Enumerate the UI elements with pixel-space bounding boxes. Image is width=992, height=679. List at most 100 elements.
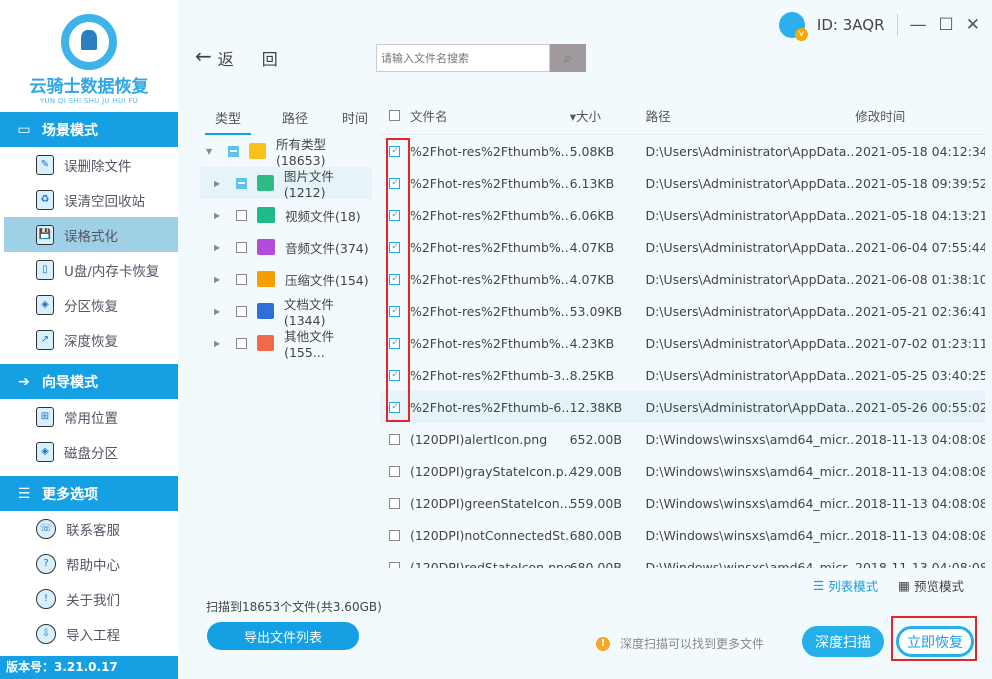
file-type-tree: ▼ 所有类型(18653) ▶ 图片文件(1212) ▶ 视频文件(18) ▶ 音频文件(37…: [200, 135, 372, 360]
title-bar-controls: ID: 3AQR — ☐ ✕: [778, 12, 980, 41]
search-input[interactable]: [376, 44, 550, 72]
file-size: 559.00B: [569, 495, 622, 511]
header-time[interactable]: 修改时间: [855, 106, 985, 125]
sidebar-item-label: 磁盘分区: [64, 445, 118, 462]
deep-scan-button[interactable]: 深度扫描: [802, 626, 884, 657]
expand-right-icon[interactable]: ▶: [214, 307, 226, 316]
expand-right-icon[interactable]: ▶: [214, 211, 226, 220]
preview-mode-button[interactable]: ▦ 预览模式: [898, 576, 964, 595]
back-label-2: 回: [261, 50, 278, 69]
arrow-left-icon: ←: [195, 44, 212, 68]
sidebar-item[interactable]: ◈ 分区恢复: [4, 287, 178, 322]
table-row[interactable]: ✓ %2Fhot-res%2Fthumb%... 4.23KB D:\Users…: [380, 327, 985, 359]
sidebar-item-icon: ◈: [36, 294, 54, 315]
tree-checkbox[interactable]: [235, 337, 247, 349]
table-row[interactable]: (120DPI)grayStateIcon.p... 429.00B D:\Wi…: [380, 455, 985, 487]
sidebar-item[interactable]: ☏ 联系客服: [4, 511, 178, 546]
file-size: 6.13KB: [569, 175, 615, 191]
file-size: 652.00B: [569, 431, 622, 447]
tree-node[interactable]: ▶ 文档文件(1344): [200, 295, 372, 328]
table-row[interactable]: (120DPI)redStateIcon.png 680.00B D:\Wind…: [380, 551, 985, 568]
table-row[interactable]: (120DPI)greenStateIcon.... 559.00B D:\Wi…: [380, 487, 985, 519]
table-row[interactable]: ✓ %2Fhot-res%2Fthumb%... 53.09KB D:\User…: [380, 295, 985, 327]
table-row[interactable]: ✓ %2Fhot-res%2Fthumb-6... 12.38KB D:\Use…: [380, 391, 985, 423]
tree-node[interactable]: ▶ 其他文件(155...: [200, 327, 372, 360]
sidebar-item[interactable]: ⊞ 常用位置: [4, 399, 178, 434]
export-file-list-button[interactable]: 导出文件列表: [207, 622, 359, 650]
row-checkbox[interactable]: [389, 561, 401, 568]
file-time: 2021-05-25 03:40:25: [855, 367, 985, 383]
highlight-checked-files: [386, 138, 410, 422]
sidebar-item[interactable]: ↗ 深度恢复: [4, 322, 178, 357]
row-checkbox[interactable]: [389, 465, 401, 477]
tree-node[interactable]: ▶ 视频文件(18): [200, 199, 372, 231]
expand-right-icon[interactable]: ▶: [214, 275, 226, 284]
table-row[interactable]: ✓ %2Fhot-res%2Fthumb%... 6.13KB D:\Users…: [380, 167, 985, 199]
sidebar-item[interactable]: 💾 误格式化: [4, 217, 178, 252]
tree-tab[interactable]: 时间: [325, 100, 385, 135]
vip-avatar-icon[interactable]: [778, 12, 808, 41]
tree-node[interactable]: ▶ 图片文件(1212): [200, 167, 372, 200]
table-row[interactable]: ✓ %2Fhot-res%2Fthumb%... 4.07KB D:\Users…: [380, 263, 985, 295]
tree-checkbox[interactable]: [235, 177, 247, 189]
header-path[interactable]: 路径: [646, 106, 856, 125]
table-row[interactable]: ✓ %2Fhot-res%2Fthumb-3... 8.25KB D:\User…: [380, 359, 985, 391]
table-row[interactable]: (120DPI)alertIcon.png 652.00B D:\Windows…: [380, 423, 985, 455]
file-time: 2021-05-26 00:55:02: [855, 399, 985, 415]
table-row[interactable]: (120DPI)notConnectedSt... 680.00B D:\Win…: [380, 519, 985, 551]
list-mode-button[interactable]: ☰ 列表模式: [813, 576, 878, 595]
tree-checkbox[interactable]: [236, 209, 247, 221]
sidebar-item[interactable]: ! 关于我们: [4, 581, 178, 616]
expand-right-icon[interactable]: ▶: [214, 243, 226, 252]
tree-checkbox[interactable]: [235, 305, 247, 317]
table-row[interactable]: ✓ %2Fhot-res%2Fthumb%... 6.06KB D:\Users…: [380, 199, 985, 231]
file-path: D:\Windows\winsxs\amd64_micr...: [645, 463, 855, 479]
sidebar-item[interactable]: ♻ 误清空回收站: [4, 182, 178, 217]
row-checkbox[interactable]: [389, 529, 401, 541]
table-row[interactable]: ✓ %2Fhot-res%2Fthumb%... 4.07KB D:\Users…: [380, 231, 985, 263]
file-name: %2Fhot-res%2Fthumb%...: [409, 303, 570, 319]
sidebar-item[interactable]: ⇩ 导入工程: [4, 616, 178, 651]
tree-node-label: 所有类型(18653): [275, 137, 326, 168]
row-checkbox[interactable]: [389, 433, 401, 445]
tree-checkbox[interactable]: [227, 145, 239, 157]
file-time: 2021-05-18 04:12:34: [855, 143, 985, 159]
tree-checkbox[interactable]: [236, 273, 247, 285]
expand-right-icon[interactable]: ▶: [214, 179, 226, 188]
header-name[interactable]: 文件名: [410, 106, 570, 125]
tree-checkbox[interactable]: [236, 241, 247, 253]
maximize-icon[interactable]: ☐: [939, 15, 954, 35]
close-icon[interactable]: ✕: [966, 15, 980, 35]
file-path: D:\Windows\winsxs\amd64_micr...: [645, 559, 855, 569]
deep-scan-tip: ! 深度扫描可以找到更多文件: [596, 635, 764, 652]
select-all-checkbox[interactable]: [389, 109, 401, 121]
sidebar-item[interactable]: ◈ 磁盘分区: [4, 434, 178, 469]
back-button[interactable]: ← 返 回: [195, 46, 278, 70]
search-button[interactable]: ⌕: [550, 44, 586, 72]
tip-text: 深度扫描可以找到更多文件: [620, 637, 765, 651]
expand-right-icon[interactable]: ▶: [214, 339, 226, 348]
file-path: D:\Users\Administrator\AppData...: [645, 271, 855, 287]
sidebar-section-1: ➔ 向导模式: [0, 364, 178, 399]
minimize-icon[interactable]: —: [910, 15, 927, 35]
file-path: D:\Users\Administrator\AppData...: [645, 239, 855, 255]
tree-node[interactable]: ▼ 所有类型(18653): [200, 135, 372, 168]
row-checkbox[interactable]: [389, 497, 401, 509]
sidebar-item-icon: ⇩: [36, 623, 56, 644]
sidebar-item-label: 帮助中心: [66, 557, 120, 574]
tree-tab[interactable]: 类型: [205, 100, 251, 135]
section-label: 场景模式: [42, 122, 98, 139]
sidebar-item[interactable]: ✎ 误删除文件: [4, 147, 178, 182]
sidebar-item[interactable]: ▯ U盘/内存卡恢复: [4, 252, 178, 287]
expand-down-icon[interactable]: ▼: [206, 147, 218, 156]
tree-node[interactable]: ▶ 音频文件(374): [200, 231, 372, 263]
table-row[interactable]: ✓ %2Fhot-res%2Fthumb%... 5.08KB D:\Users…: [380, 135, 985, 167]
tree-node[interactable]: ▶ 压缩文件(154): [200, 263, 372, 295]
sidebar-item[interactable]: ? 帮助中心: [4, 546, 178, 581]
tree-tab[interactable]: 路径: [265, 100, 325, 135]
file-name: %2Fhot-res%2Fthumb%...: [409, 143, 570, 159]
sidebar-item-label: 深度恢复: [64, 333, 118, 350]
file-type-icon: [256, 335, 275, 351]
section-icon: ▭: [17, 121, 31, 138]
header-size[interactable]: ▾大小: [570, 106, 646, 125]
